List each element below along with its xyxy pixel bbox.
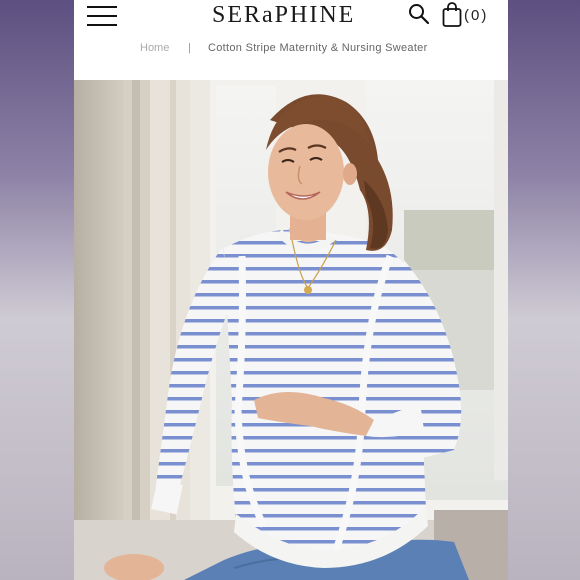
product-photo-illustration [74, 80, 508, 580]
menu-bar-middle [87, 15, 117, 17]
site-header: SERaPHINE (0) [74, 0, 508, 34]
breadcrumb: Home | Cotton Stripe Maternity & Nursing… [74, 36, 508, 58]
product-image[interactable] [74, 80, 508, 580]
search-icon [409, 4, 430, 25]
breadcrumb-home-link[interactable]: Home [140, 42, 169, 54]
breadcrumb-current-page: Cotton Stripe Maternity & Nursing Sweate… [208, 42, 428, 54]
cart-count: (0) [464, 6, 489, 24]
shopping-bag-icon [442, 2, 462, 27]
search-button[interactable] [408, 3, 430, 25]
left-background-margin [0, 0, 74, 580]
brand-logo[interactable]: SERaPHINE [212, 2, 355, 29]
cart-button[interactable]: (0) [442, 2, 488, 28]
menu-button[interactable] [86, 3, 118, 29]
right-background-margin [508, 0, 580, 580]
breadcrumb-separator: | [188, 42, 191, 54]
phone-screen: SERaPHINE (0) Home | Cotton Stripe Mater… [74, 0, 508, 580]
menu-bar-bottom [87, 24, 117, 26]
hamburger-menu-icon [87, 6, 117, 8]
